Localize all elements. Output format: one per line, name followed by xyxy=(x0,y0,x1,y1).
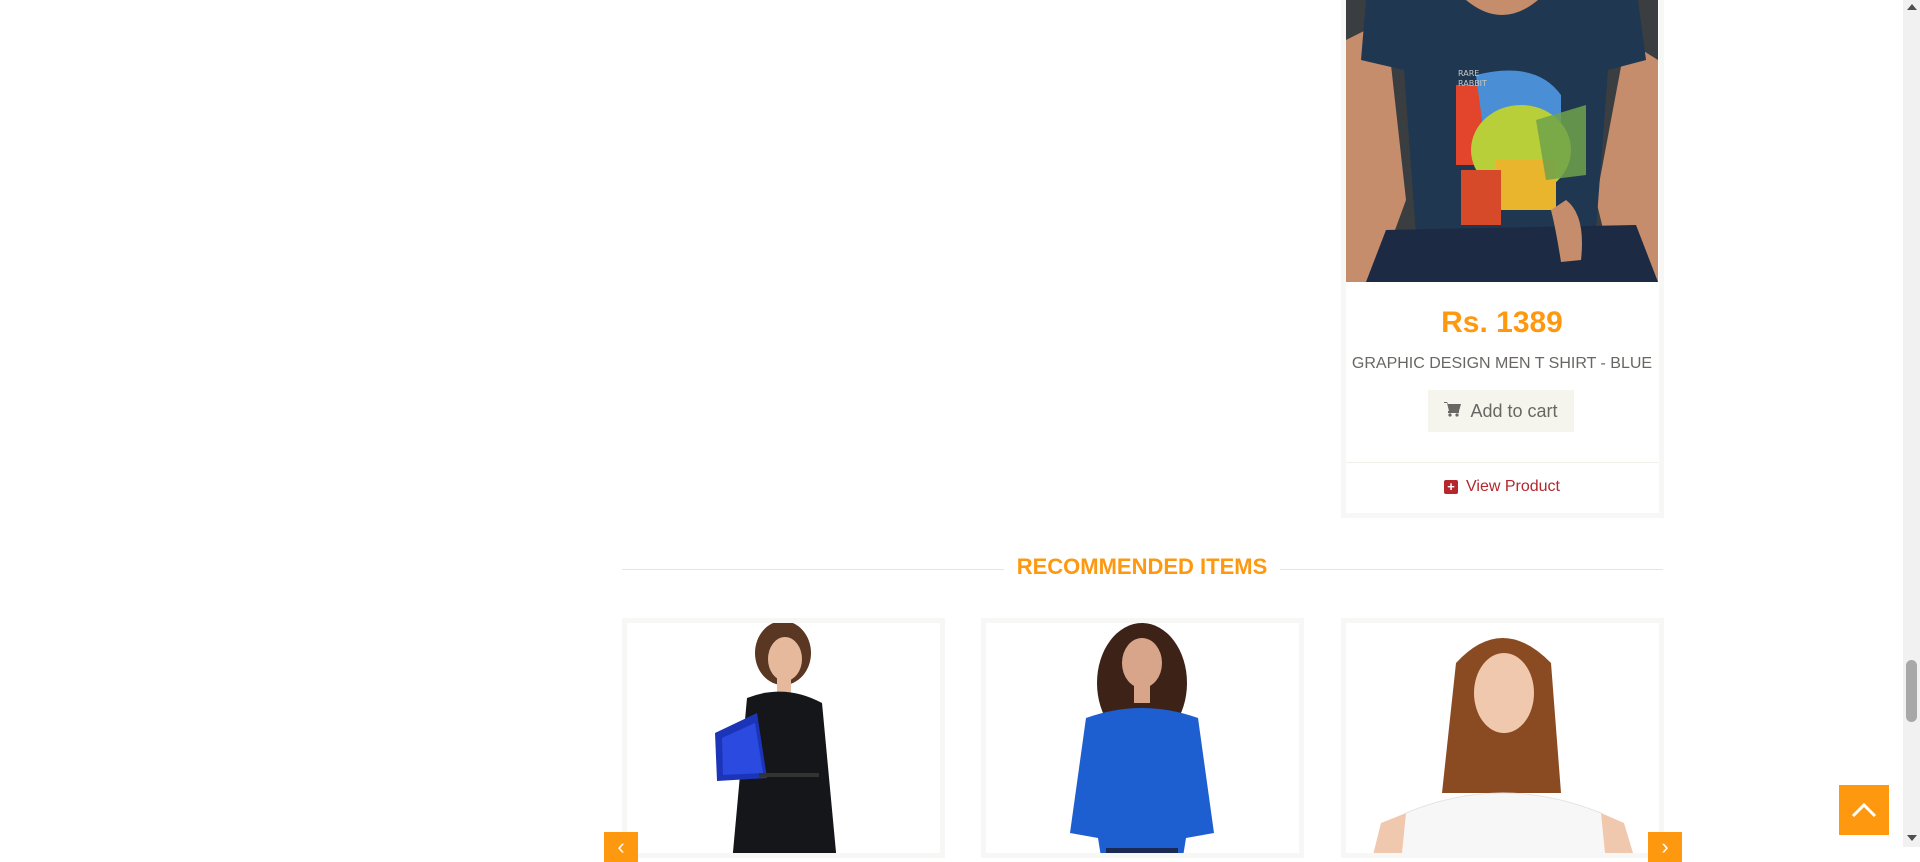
section-divider-right xyxy=(1280,569,1663,570)
plus-square-icon: + xyxy=(1444,480,1458,494)
svg-text:RABBIT: RABBIT xyxy=(1458,79,1487,88)
recommended-item-card[interactable] xyxy=(622,618,945,858)
scroll-down-arrow-icon[interactable] xyxy=(1907,835,1917,841)
carousel-next-button[interactable]: › xyxy=(1648,832,1682,862)
chevron-up-icon xyxy=(1851,802,1877,818)
product-image[interactable]: RARE RABBIT xyxy=(1346,0,1658,282)
view-product-label: View Product xyxy=(1466,478,1560,495)
section-divider-left xyxy=(622,569,1004,570)
product-name: GRAPHIC DESIGN MEN T SHIRT - BLUE xyxy=(1351,355,1653,372)
recommended-item-card[interactable] xyxy=(981,618,1304,858)
woman-blue-sweater-illustration xyxy=(986,623,1299,853)
card-divider xyxy=(1346,462,1658,463)
scroll-to-top-button[interactable] xyxy=(1839,785,1889,835)
add-to-cart-label: Add to cart xyxy=(1470,400,1558,421)
view-product-link[interactable]: + View Product xyxy=(1346,478,1658,496)
woman-black-dress-illustration xyxy=(627,623,940,853)
shopping-cart-icon xyxy=(1444,401,1462,422)
product-price: Rs. 1389 xyxy=(1441,306,1563,339)
recommended-item-card[interactable] xyxy=(1341,618,1664,858)
svg-text:RARE: RARE xyxy=(1458,69,1479,78)
carousel-prev-button[interactable]: ‹ xyxy=(604,832,638,862)
girl-white-tshirt-illustration xyxy=(1346,623,1659,853)
scroll-up-arrow-icon[interactable] xyxy=(1907,4,1917,10)
man-tshirt-illustration: RARE RABBIT xyxy=(1346,0,1658,282)
scrollbar-thumb[interactable] xyxy=(1906,660,1917,722)
add-to-cart-button[interactable]: Add to cart xyxy=(1428,390,1574,432)
recommended-items-title: RECOMMENDED ITEMS xyxy=(1004,554,1280,580)
